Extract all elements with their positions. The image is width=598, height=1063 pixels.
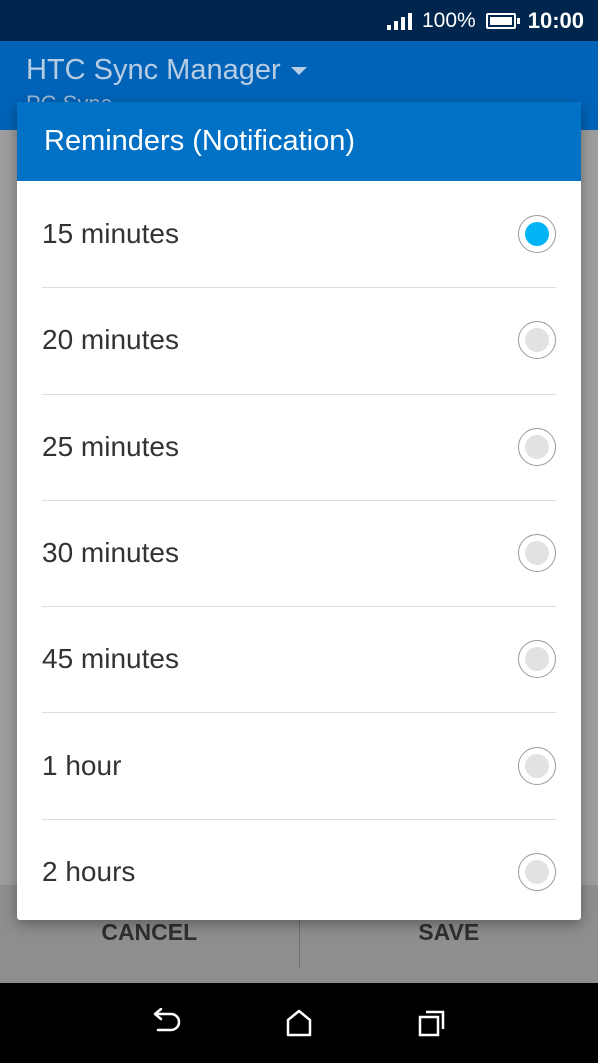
radio-button[interactable] (518, 852, 556, 891)
option-1-hour[interactable]: 1 hour (17, 712, 581, 818)
battery-percent: 100% (422, 8, 476, 32)
screen: 100% 10:00 HTC Sync Manager PC Sync CANC… (0, 0, 598, 1063)
home-icon[interactable] (279, 1003, 319, 1043)
recents-icon[interactable] (412, 1003, 452, 1043)
reminder-options: 15 minutes 20 minutes 25 minutes 30 minu… (17, 181, 581, 920)
signal-icon (387, 12, 412, 30)
app-title: HTC Sync Manager (26, 54, 281, 86)
radio-button[interactable] (518, 746, 556, 785)
dialog-title: Reminders (Notification) (17, 102, 581, 181)
radio-button[interactable] (518, 640, 556, 679)
option-label: 45 minutes (42, 643, 179, 675)
option-30-minutes[interactable]: 30 minutes (17, 499, 581, 606)
navigation-bar (0, 983, 598, 1063)
option-label: 25 minutes (42, 430, 179, 462)
status-bar: 100% 10:00 (0, 0, 598, 41)
option-2-hours[interactable]: 2 hours (17, 818, 581, 920)
radio-button[interactable] (518, 534, 556, 573)
option-label: 30 minutes (42, 537, 179, 569)
option-20-minutes[interactable]: 20 minutes (17, 287, 581, 393)
radio-button[interactable] (518, 215, 556, 254)
option-15-minutes[interactable]: 15 minutes (17, 181, 581, 287)
option-label: 2 hours (42, 855, 136, 887)
radio-button[interactable] (518, 427, 556, 466)
option-label: 15 minutes (42, 218, 179, 250)
option-label: 1 hour (42, 749, 122, 781)
option-25-minutes[interactable]: 25 minutes (17, 393, 581, 500)
clock: 10:00 (527, 7, 584, 33)
option-45-minutes[interactable]: 45 minutes (17, 606, 581, 712)
battery-icon (485, 12, 520, 29)
app-title-dropdown[interactable]: HTC Sync Manager (26, 54, 307, 87)
back-icon[interactable] (146, 1003, 186, 1043)
radio-button[interactable] (518, 321, 556, 360)
option-label: 20 minutes (42, 324, 179, 356)
reminders-dialog: Reminders (Notification) 15 minutes 20 m… (17, 102, 581, 920)
caret-down-icon (290, 66, 307, 75)
